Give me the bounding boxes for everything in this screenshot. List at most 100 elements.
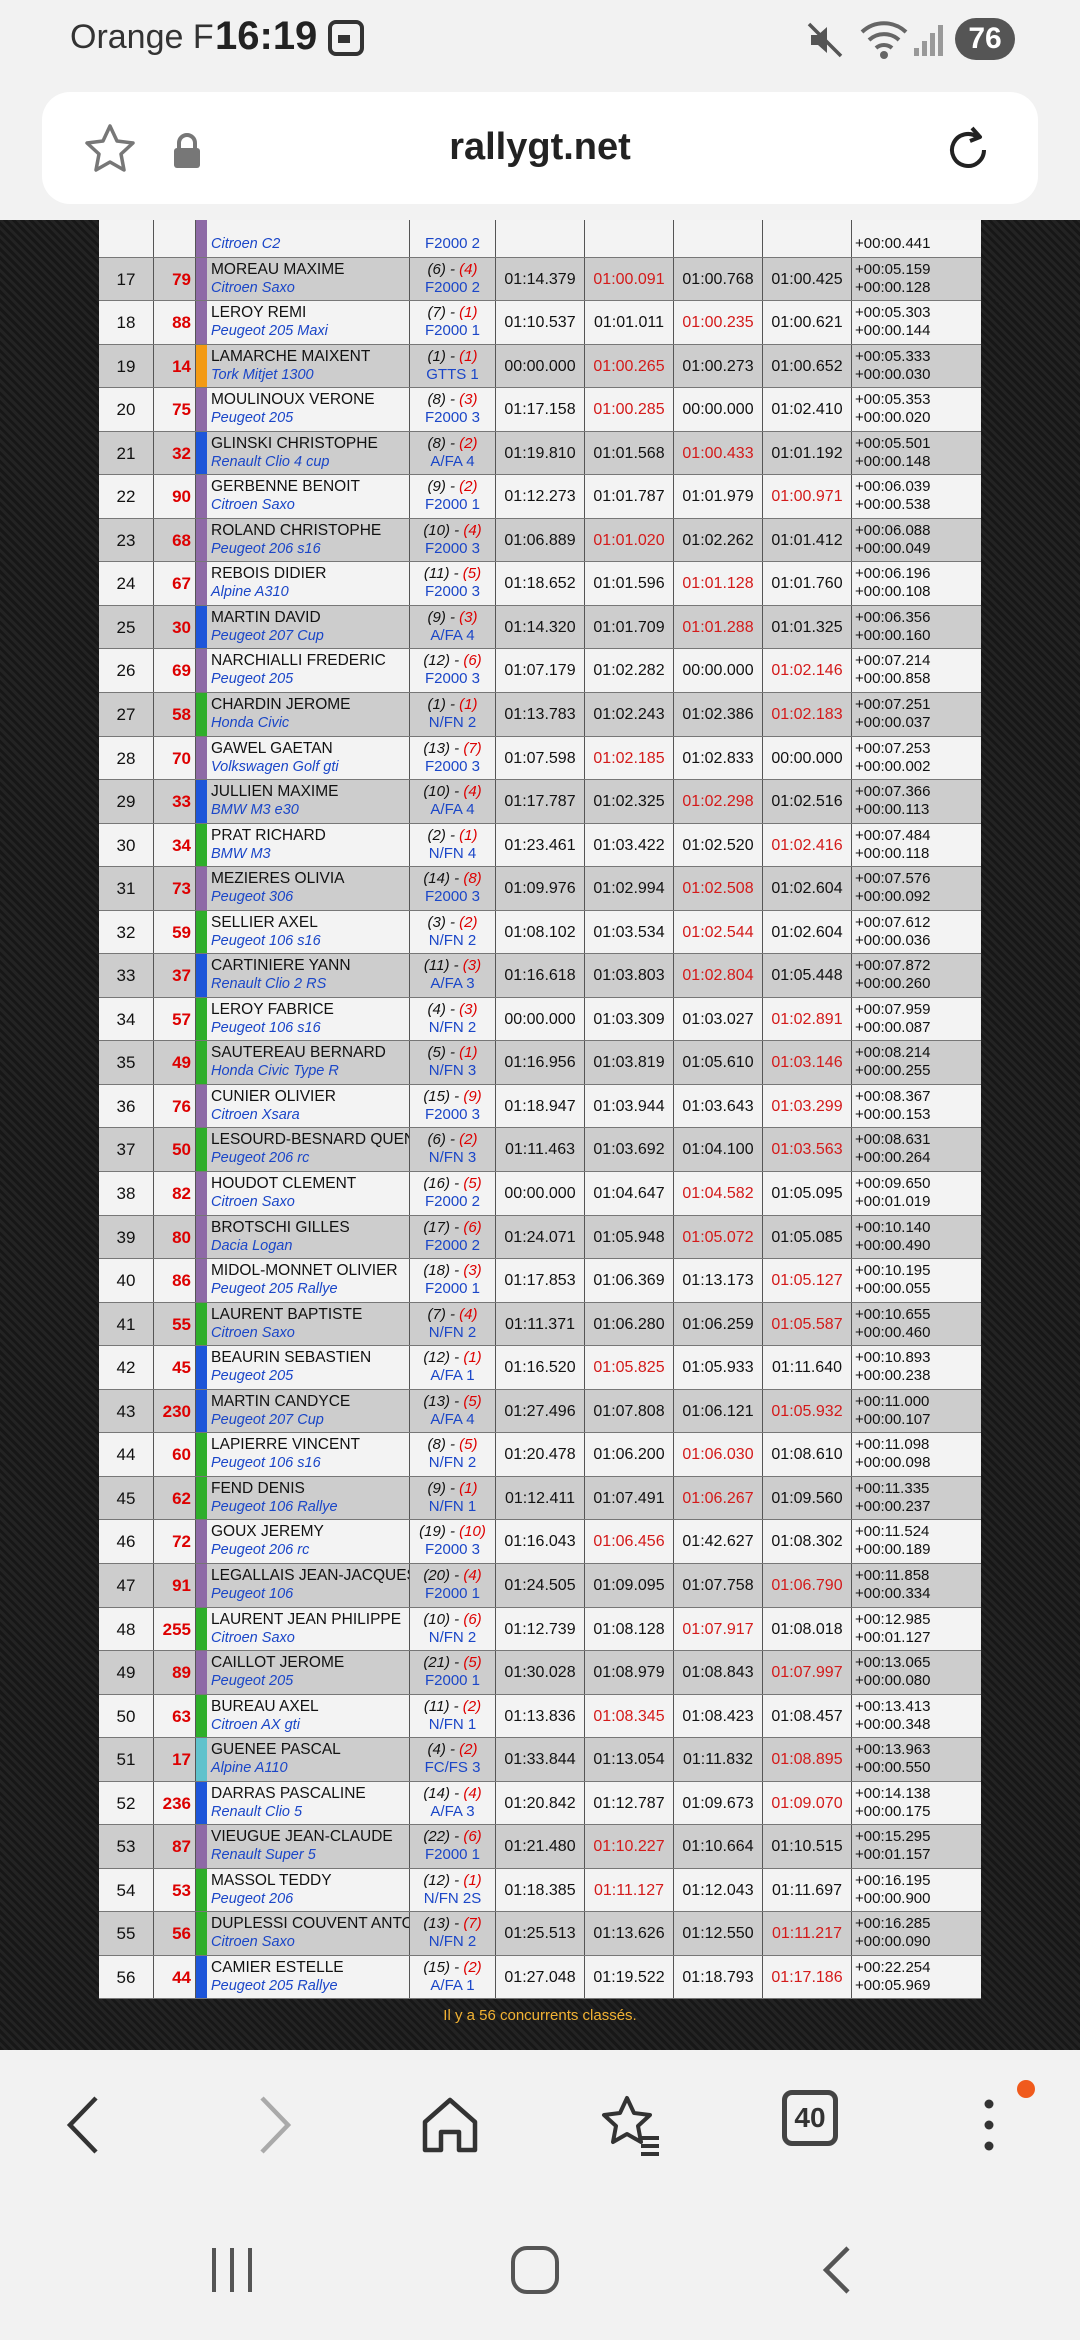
driver-name: LESOURD-BESNARD QUENTIN (211, 1131, 409, 1149)
class-name: F2000 3 (424, 670, 481, 688)
page-content[interactable]: Citroen C2 F2000 2 +00:00.441 17 79 MOREAU… (0, 220, 1080, 2050)
run-time-2: 01:03.692 (585, 1128, 674, 1172)
driver-name: NARCHIALLI FREDERIC (211, 652, 386, 670)
bookmarks-icon[interactable] (595, 2090, 665, 2160)
class-place: (2) (459, 1131, 478, 1149)
class-name: N/FN 1 (428, 1497, 477, 1515)
car-number: 230 (154, 1389, 196, 1433)
gap-previous: +00:00.153 (855, 1105, 931, 1123)
run-time-1: 01:07.598 (496, 736, 585, 780)
gap-previous: +00:00.108 (855, 583, 931, 601)
driver-name: ROLAND CHRISTOPHE (211, 521, 382, 539)
class-name: A/FA 4 (430, 1410, 475, 1428)
back-arrow-icon[interactable] (52, 2090, 122, 2160)
class-name: N/FN 2 (428, 1018, 477, 1036)
group-place: (6) - (4) (427, 260, 478, 278)
class-place: (1) (459, 1479, 478, 1497)
class-color-stripe (196, 1738, 207, 1781)
position: 46 (99, 1520, 154, 1563)
car-model: Dacia Logan (211, 1237, 293, 1254)
run-time-2: 01:07.808 (585, 1389, 674, 1433)
car-number: 72 (154, 1520, 196, 1563)
run-time-4: 01:03.299 (763, 1084, 852, 1128)
gap-previous: +00:00.055 (855, 1280, 931, 1298)
table-row: 28 70 GAWEL GAETAN Volkswagen Golf gti (13) … (99, 736, 981, 781)
run-time-3: 01:09.673 (674, 1781, 763, 1825)
class-place: (9) (463, 1087, 482, 1105)
run-time-2: 01:03.309 (585, 997, 674, 1041)
driver-name: GERBENNE BENOIT (211, 478, 360, 496)
run-time-3: 01:00.273 (674, 344, 763, 388)
table-row: 49 89 CAILLOT JEROME Peugeot 205 (21) - (5) F… (99, 1651, 981, 1695)
run-time-2: 01:10.227 (585, 1825, 674, 1868)
position: 35 (99, 1041, 154, 1084)
run-time-1: 01:08.102 (496, 910, 585, 954)
run-time-2: 01:01.787 (585, 475, 674, 518)
class-color-stripe (196, 1259, 207, 1302)
address-bar[interactable]: rallygt.net (42, 92, 1038, 204)
car-number: 45 (154, 1346, 196, 1389)
home-icon[interactable] (415, 2090, 485, 2160)
run-time-2: 01:03.819 (585, 1041, 674, 1084)
position: 21 (99, 431, 154, 475)
run-time-3: 01:06.259 (674, 1302, 763, 1346)
tabs-button[interactable]: 40 (782, 2090, 838, 2146)
class-place: (4) (463, 521, 482, 539)
group-place: (17) - (6) (423, 1218, 482, 1236)
run-time-4: 01:02.516 (763, 780, 852, 823)
car-number: 53 (154, 1868, 196, 1912)
class-color-stripe (196, 475, 207, 518)
car-model: Peugeot 306 (211, 889, 294, 906)
run-time-4: 01:09.560 (763, 1476, 852, 1520)
run-time-4: 01:05.127 (763, 1259, 852, 1302)
gap-leader: +00:10.195 (855, 1262, 931, 1280)
car-model: Citroen Saxo (211, 1194, 295, 1211)
table-row: 53 87 VIEUGUE JEAN-CLAUDE Renault Super 5 (2… (99, 1825, 981, 1869)
class-place: (3) (459, 391, 478, 409)
gap-leader: +00:10.140 (855, 1218, 931, 1236)
class-place: (4) (463, 783, 482, 801)
table-row: 33 37 CARTINIERE YANN Renault Clio 2 RS (11)… (99, 954, 981, 998)
table-row: 56 44 CAMIER ESTELLE Peugeot 205 Rallye (15)… (99, 1955, 981, 2000)
table-row: 5556 DUPLESSI COUVENT ANTOINECitroen Saxo… (99, 1912, 981, 1956)
car-number: 33 (154, 780, 196, 823)
gap-previous: +00:00.092 (855, 888, 931, 906)
table-row: 32 59 SELLIER AXEL Peugeot 106 s16 (3) - (2)… (99, 910, 981, 955)
recent-apps-icon[interactable] (202, 2240, 262, 2300)
car-model: Peugeot 207 Cup (211, 627, 324, 644)
class-color-stripe (196, 1433, 207, 1476)
system-back-icon[interactable] (810, 2240, 870, 2300)
menu-icon[interactable] (954, 2090, 1024, 2160)
reload-icon[interactable] (940, 122, 996, 178)
gap-leader: +00:05.353 (855, 391, 931, 409)
home-button-icon[interactable] (505, 2240, 565, 2300)
car-model: BMW M3 e30 (211, 802, 299, 819)
class-name: GTTS 1 (426, 365, 479, 383)
position: 26 (99, 649, 154, 693)
group-place: (18) - (3) (423, 1262, 482, 1280)
group-place: (13) - (7) (423, 739, 482, 757)
class-name: N/FN 2 (428, 931, 477, 949)
class-name: F2000 3 (424, 539, 481, 557)
class-place: (4) (459, 260, 478, 278)
car-number: 90 (154, 475, 196, 518)
run-time-2: 01:02.185 (585, 736, 674, 780)
run-time-1: 01:13.783 (496, 693, 585, 736)
run-time-3: 01:04.582 (674, 1172, 763, 1215)
run-time-1: 01:12.411 (496, 1476, 585, 1520)
car-model: Peugeot 205 Maxi (211, 323, 328, 340)
position: 25 (99, 605, 154, 649)
gap-previous: +00:00.160 (855, 626, 931, 644)
run-time-3: 01:12.043 (674, 1868, 763, 1912)
gap-leader: +00:06.196 (855, 565, 931, 583)
table-row: 51 17 GUENEE PASCAL Alpine A110 (4) - (2) FC/… (99, 1738, 981, 1782)
car-model: Peugeot 205 (211, 671, 294, 688)
forward-arrow-icon[interactable] (236, 2090, 306, 2160)
run-time-1: 01:17.853 (496, 1259, 585, 1302)
run-time-1: 00:00.000 (496, 344, 585, 388)
group-place: (10) - (6) (423, 1610, 482, 1628)
driver-name: CUNIER OLIVIER (211, 1087, 336, 1105)
car-number: 50 (154, 1128, 196, 1172)
run-time-3: 01:02.298 (674, 780, 763, 823)
site-host[interactable]: rallygt.net (42, 126, 1038, 169)
